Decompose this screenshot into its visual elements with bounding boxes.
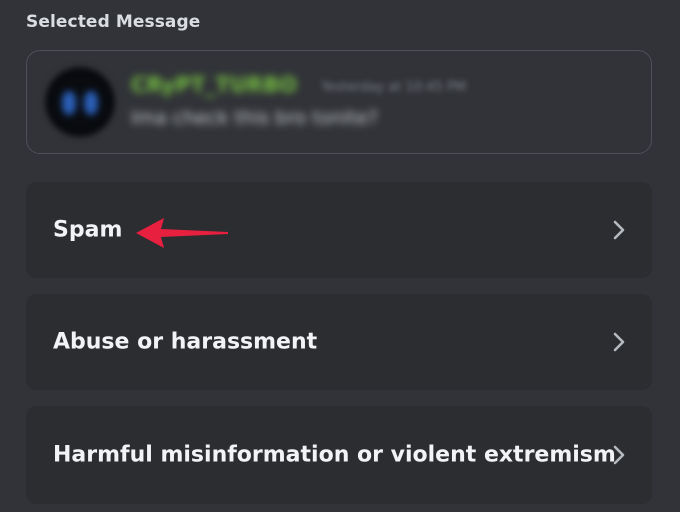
selected-message-card: CRyPT_TURBO Yesterday at 10:45 PM Ima ch… (26, 50, 652, 154)
report-reason-label: Harmful misinformation or violent extrem… (53, 442, 616, 468)
report-reason-spam[interactable]: Spam (26, 182, 652, 278)
message-text: Ima check this bro tonite? (131, 107, 378, 129)
report-reason-abuse[interactable]: Abuse or harassment (26, 294, 652, 390)
red-arrow-icon (136, 218, 228, 248)
message-author: CRyPT_TURBO (131, 73, 297, 97)
avatar (45, 67, 115, 137)
section-title: Selected Message (26, 12, 201, 32)
report-reason-label: Abuse or harassment (53, 329, 318, 355)
report-reason-misinformation[interactable]: Harmful misinformation or violent extrem… (26, 406, 652, 504)
message-timestamp: Yesterday at 10:45 PM (321, 80, 467, 95)
avatar-eye-right (84, 91, 98, 115)
chevron-right-icon (613, 445, 625, 465)
chevron-right-icon (613, 220, 625, 240)
report-reason-label: Spam (53, 217, 123, 243)
chevron-right-icon (613, 332, 625, 352)
avatar-eye-left (62, 91, 76, 115)
